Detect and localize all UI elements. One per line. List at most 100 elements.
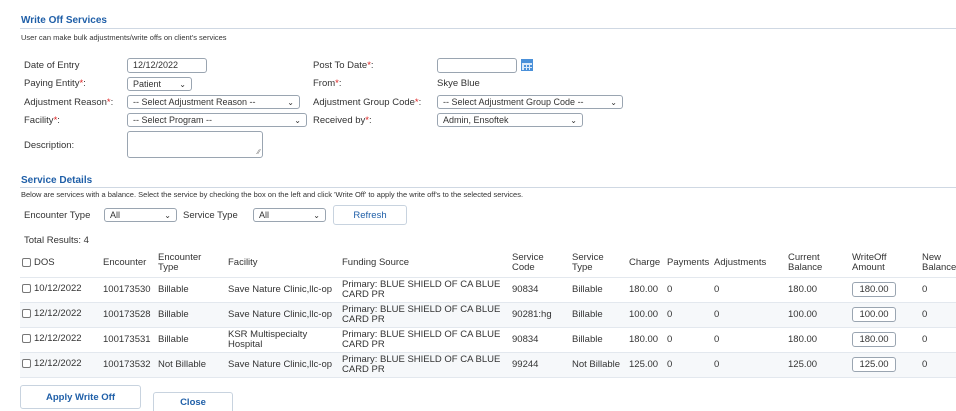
chevron-down-icon: ⌄	[294, 115, 301, 125]
writeoff-amount-input[interactable]: 100.00	[852, 307, 896, 322]
column-header-service-type: Service Type	[570, 249, 627, 278]
cell-facility: KSR Multispecialty Hospital	[226, 327, 340, 353]
cell-service-code: 90834	[510, 277, 570, 303]
encounter-link[interactable]: 100173531	[101, 327, 156, 353]
cell-encounter-type: Not Billable	[156, 352, 226, 378]
column-header-encounter-type: Encounter Type	[156, 249, 226, 278]
dos-value: 12/12/2022	[34, 308, 82, 320]
encounter-type-value: All	[110, 210, 121, 220]
cell-dos: 10/12/2022	[20, 277, 101, 303]
row-checkbox[interactable]	[22, 284, 31, 294]
adjustment-reason-select[interactable]: -- Select Adjustment Reason -- ⌄	[127, 95, 300, 109]
chevron-down-icon: ⌄	[287, 97, 294, 107]
row-checkbox[interactable]	[22, 309, 31, 319]
column-header-label: DOS	[34, 256, 55, 268]
cell-facility: Save Nature Clinic,llc-op	[226, 277, 340, 303]
encounter-type-select[interactable]: All ⌄	[104, 208, 177, 222]
refresh-button[interactable]: Refresh	[333, 205, 407, 225]
dos-value: 12/12/2022	[34, 358, 82, 370]
cell-writeoff-amount: 180.00	[850, 327, 920, 353]
writeoff-amount-input[interactable]: 180.00	[852, 332, 896, 347]
paying-entity-select[interactable]: Patient ⌄	[127, 77, 192, 91]
service-details-title: Service Details	[21, 175, 93, 186]
cell-new-balance: 0	[920, 327, 956, 353]
encounter-link[interactable]: 100173530	[101, 277, 156, 303]
encounter-link[interactable]: 100173532	[101, 352, 156, 378]
cell-current-balance: 180.00	[786, 327, 850, 353]
calendar-icon[interactable]	[521, 59, 533, 71]
column-header-payments: Payments	[665, 249, 712, 278]
charge-link[interactable]: 180.00	[627, 277, 665, 303]
encounter-type-label: Encounter Type	[24, 210, 91, 221]
page-title: Write Off Services	[21, 15, 107, 26]
from-value: Skye Blue	[437, 78, 480, 89]
writeoff-amount-input[interactable]: 180.00	[852, 282, 896, 297]
column-header-service-code: Service Code	[510, 249, 570, 278]
cell-encounter-type: Billable	[156, 277, 226, 303]
cell-writeoff-amount: 180.00	[850, 277, 920, 303]
cell-writeoff-amount: 125.00	[850, 352, 920, 378]
cell-payments: 0	[665, 302, 712, 328]
cell-funding-source: Primary: BLUE SHIELD OF CA BLUE CARD PR	[340, 352, 510, 378]
paying-entity-value: Patient	[133, 79, 162, 89]
cell-payments: 0	[665, 277, 712, 303]
writeoff-amount-input[interactable]: 125.00	[852, 357, 896, 372]
cell-facility: Save Nature Clinic,llc-op	[226, 302, 340, 328]
chevron-down-icon: ⌄	[313, 210, 320, 220]
column-header-new-balance: New Balance	[920, 249, 956, 278]
charge-link[interactable]: 180.00	[627, 327, 665, 353]
cell-current-balance: 100.00	[786, 302, 850, 328]
table-row: 10/12/2022 100173530 Billable Save Natur…	[20, 277, 956, 303]
apply-write-off-button[interactable]: Apply Write Off	[20, 385, 141, 409]
date-of-entry-field[interactable]: 12/12/2022	[127, 58, 207, 73]
charge-link[interactable]: 100.00	[627, 302, 665, 328]
charge-link[interactable]: 125.00	[627, 352, 665, 378]
cell-new-balance: 0	[920, 352, 956, 378]
table-header-row: DOS Encounter Encounter Type Facility Fu…	[20, 249, 956, 278]
description-textarea[interactable]: ∕∕	[127, 131, 263, 158]
paying-entity-label: Paying Entity*:	[24, 78, 86, 89]
post-to-date-field[interactable]	[437, 58, 517, 73]
cell-adjustments: 0	[712, 277, 786, 303]
cell-current-balance: 180.00	[786, 277, 850, 303]
table-row: 12/12/2022 100173528 Billable Save Natur…	[20, 302, 956, 328]
chevron-down-icon: ⌄	[179, 79, 186, 89]
service-type-label: Service Type	[183, 210, 238, 221]
cell-service-type: Billable	[570, 302, 627, 328]
facility-label: Facility*:	[24, 115, 60, 126]
chevron-down-icon: ⌄	[610, 97, 617, 107]
encounter-link[interactable]: 100173528	[101, 302, 156, 328]
cell-service-type: Billable	[570, 327, 627, 353]
cell-dos: 12/12/2022	[20, 352, 101, 378]
title-divider	[20, 28, 956, 29]
chevron-down-icon: ⌄	[164, 210, 171, 220]
cell-funding-source: Primary: BLUE SHIELD OF CA BLUE CARD PR	[340, 327, 510, 353]
facility-select[interactable]: -- Select Program -- ⌄	[127, 113, 307, 127]
column-header-funding-source: Funding Source	[340, 249, 510, 278]
cell-new-balance: 0	[920, 277, 956, 303]
date-of-entry-label: Date of Entry	[24, 60, 80, 71]
service-type-value: All	[259, 210, 270, 220]
cell-payments: 0	[665, 327, 712, 353]
received-by-label: Received by*:	[313, 115, 372, 126]
row-checkbox[interactable]	[22, 334, 31, 344]
table-row: 12/12/2022 100173531 Billable KSR Multis…	[20, 327, 956, 353]
cell-adjustments: 0	[712, 327, 786, 353]
resize-grip-icon[interactable]: ∕∕	[258, 149, 260, 156]
cell-writeoff-amount: 100.00	[850, 302, 920, 328]
close-button[interactable]: Close	[153, 392, 233, 411]
cell-facility: Save Nature Clinic,llc-op	[226, 352, 340, 378]
cell-encounter-type: Billable	[156, 327, 226, 353]
column-header-writeoff-amount: WriteOff Amount	[850, 249, 920, 278]
adjustment-reason-value: -- Select Adjustment Reason --	[133, 97, 256, 107]
table-row: 12/12/2022 100173532 Not Billable Save N…	[20, 352, 956, 378]
select-all-checkbox[interactable]	[22, 257, 31, 267]
adjustment-group-code-select[interactable]: -- Select Adjustment Group Code -- ⌄	[437, 95, 623, 109]
received-by-select[interactable]: Admin, Ensoftek ⌄	[437, 113, 583, 127]
page-description: User can make bulk adjustments/write off…	[21, 33, 227, 42]
cell-current-balance: 125.00	[786, 352, 850, 378]
row-checkbox[interactable]	[22, 359, 31, 369]
service-type-select[interactable]: All ⌄	[253, 208, 326, 222]
cell-funding-source: Primary: BLUE SHIELD OF CA BLUE CARD PR	[340, 302, 510, 328]
cell-dos: 12/12/2022	[20, 302, 101, 328]
